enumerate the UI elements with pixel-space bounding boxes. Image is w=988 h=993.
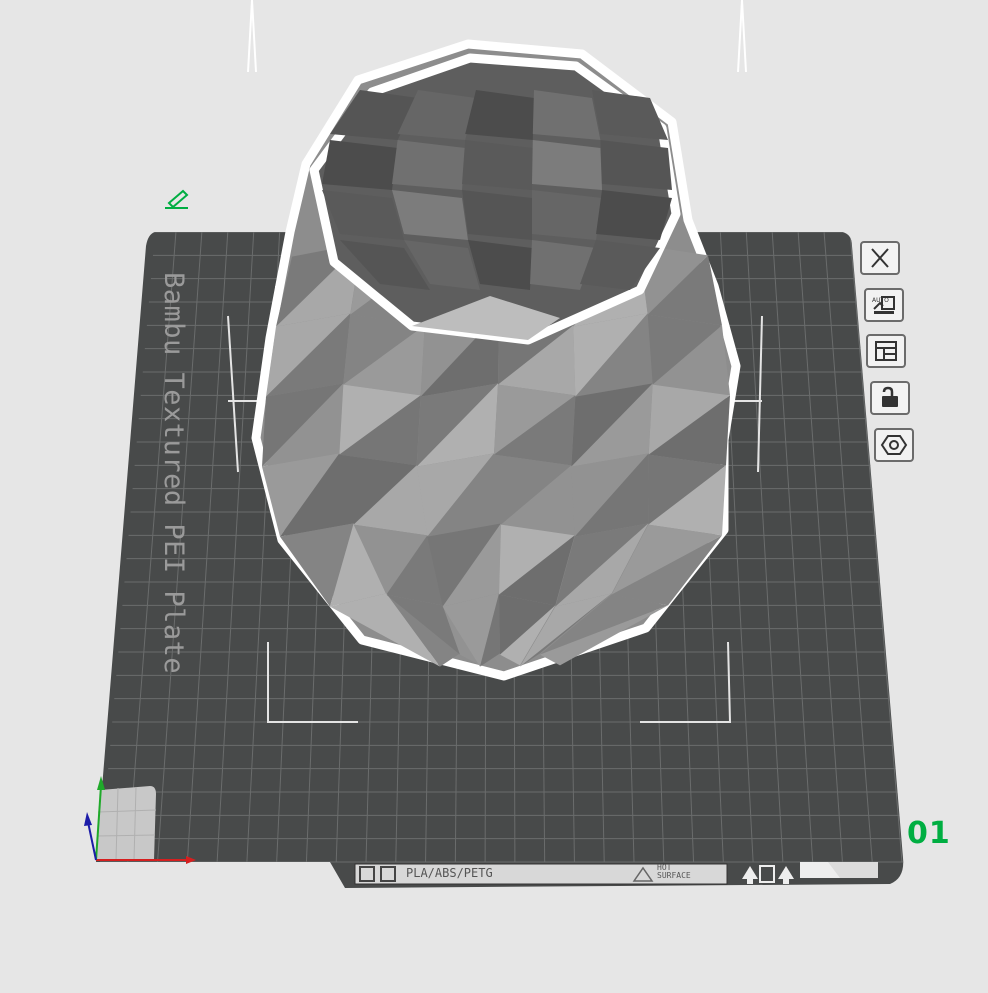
vase-inner-facet: [322, 140, 398, 190]
vase-inner-facet: [465, 90, 534, 140]
plate-name-label: Bambu Textured PEI Plate: [158, 272, 189, 675]
3d-viewport[interactable]: Bambu Textured PEI Plate PLA/ABS/PETG HO…: [0, 0, 988, 989]
lock-icon: [882, 386, 898, 407]
plate-settings-button[interactable]: [874, 428, 914, 462]
plate-layout-icon: [875, 341, 897, 361]
auto-arrange-button[interactable]: AUTO: [864, 288, 904, 322]
edit-plate-name-icon[interactable]: [165, 189, 189, 209]
material-label: PLA/ABS/PETG: [406, 866, 493, 880]
vase-inner-facet: [532, 140, 602, 190]
vase-inner-facet: [392, 140, 466, 190]
vase-model[interactable]: [251, 39, 741, 681]
vase-inner-facet: [462, 190, 532, 240]
vase-inner-facet: [462, 140, 533, 190]
origin-zone: [96, 786, 157, 861]
scene-canvas[interactable]: [0, 0, 988, 989]
vase-inner-facet: [592, 90, 668, 140]
vase-inner-facet: [600, 140, 672, 190]
plate-layout-button[interactable]: [866, 334, 906, 368]
plate-settings-icon: [880, 435, 908, 455]
plate-number[interactable]: 01: [907, 816, 951, 851]
vase-inner-facet: [532, 190, 602, 240]
delete-plate-button[interactable]: [860, 241, 900, 275]
warning-label: HOT SURFACE: [657, 864, 691, 880]
lock-plate-button[interactable]: [870, 381, 910, 415]
vase-inner-facet: [596, 190, 672, 240]
warning-label-line2: SURFACE: [657, 871, 691, 880]
auto-label: AUTO: [872, 297, 889, 304]
auto-arrange-icon: AUTO: [872, 296, 895, 314]
close-icon: [871, 248, 889, 268]
